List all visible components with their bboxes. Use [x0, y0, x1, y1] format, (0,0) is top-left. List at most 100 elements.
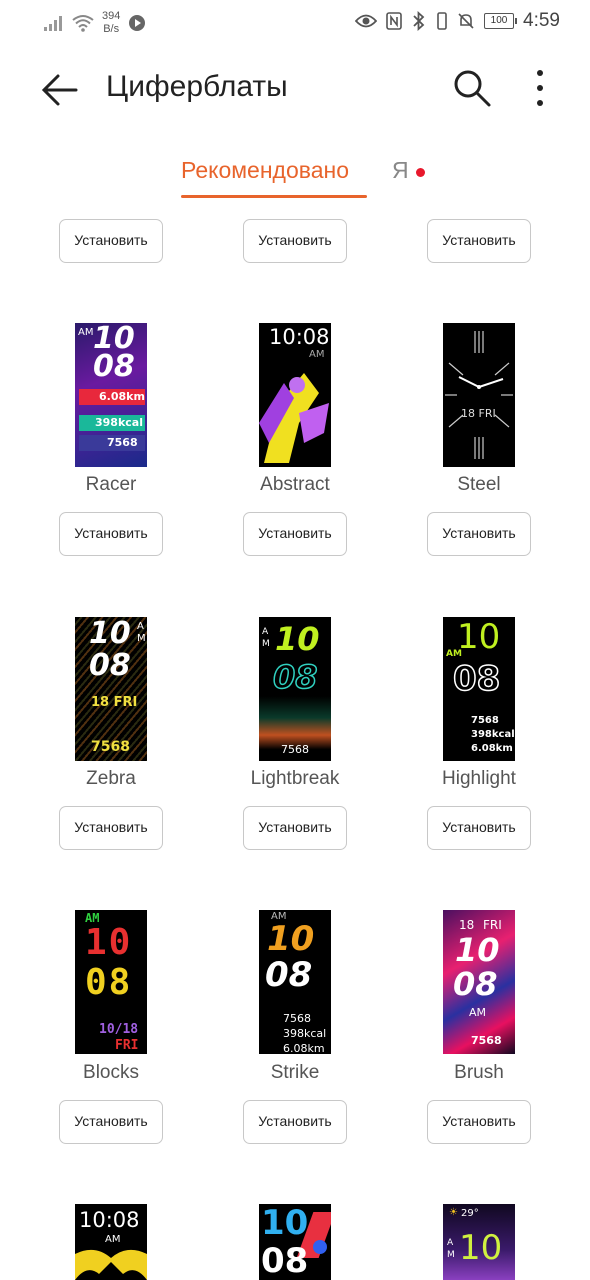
nfc-icon [386, 12, 402, 30]
face-time: 10:08 [79, 1208, 140, 1232]
face-m: M [447, 1250, 455, 1260]
vibrate-icon [437, 12, 447, 30]
network-speed-value: 394 [102, 10, 121, 22]
face-km: 6.08km [99, 390, 145, 403]
face-analog-dial [445, 331, 513, 459]
tab-bar: Рекомендовано Я [0, 155, 590, 201]
face-am: AM [469, 1006, 487, 1019]
watch-face-name: Racer [85, 474, 137, 495]
install-button[interactable]: Установить [243, 219, 347, 263]
sun-icon: ☀ [449, 1207, 458, 1218]
install-button[interactable]: Установить [427, 1100, 531, 1144]
watch-face-preview-zebra[interactable]: 10 A M 08 18 FRI 7568 [75, 617, 147, 761]
face-hour: 10 [457, 617, 501, 657]
active-tab-indicator [181, 195, 367, 198]
install-button[interactable]: Установить [59, 1100, 163, 1144]
install-button[interactable]: Установить [427, 219, 531, 263]
face-day: FRI [115, 1038, 139, 1053]
watch-face-preview-abstract[interactable]: 10:08 AM [259, 323, 331, 467]
watch-face-preview-strike[interactable]: AM 10 08 7568 398kcal 6.08km [259, 910, 331, 1054]
watch-face-preview-blocks[interactable]: AM 10 08 10/18 FRI [75, 910, 147, 1054]
watch-face-name: Abstract [260, 474, 330, 495]
face-a: A [447, 1238, 454, 1248]
face-m: M [262, 639, 270, 649]
tab-recommended[interactable]: Рекомендовано [181, 157, 349, 184]
face-am: AM [78, 327, 94, 338]
face-day: FRI [483, 918, 502, 932]
notification-dot [416, 168, 425, 177]
status-right: 100 4:59 [355, 10, 560, 32]
watch-face-preview[interactable]: 10 08 [259, 1204, 331, 1280]
face-minute: 08 [89, 648, 131, 683]
back-arrow-icon[interactable] [40, 70, 80, 110]
watch-face-preview[interactable]: 10:08 AM [75, 1204, 147, 1280]
face-minute: 08 [452, 659, 501, 699]
face-temperature: 29° [461, 1208, 479, 1219]
status-bar: 394 B/s 100 4:59 [0, 0, 590, 42]
face-minute: 08 [93, 349, 135, 384]
face-minute: 08 [265, 955, 313, 995]
face-tribal-art [75, 1249, 147, 1280]
face-steps: 7568 [91, 739, 130, 755]
install-button[interactable]: Установить [243, 806, 347, 850]
watch-face-name: Strike [270, 1062, 320, 1083]
install-button[interactable]: Установить [243, 512, 347, 556]
face-steps: 7568 [471, 1034, 502, 1047]
face-hour: 10 [261, 1204, 309, 1243]
face-hour: 10 [275, 620, 320, 658]
face-hour: 10 [89, 617, 131, 651]
face-steps: 7568 [283, 1012, 311, 1025]
install-button[interactable]: Установить [59, 806, 163, 850]
signal-icon [44, 16, 62, 31]
play-icon [129, 15, 146, 31]
wifi-icon [72, 15, 94, 32]
face-date: 18 FRI [461, 407, 496, 420]
face-km: 6.08km [471, 743, 513, 754]
watch-face-preview-steel[interactable]: 18 FRI [443, 323, 515, 467]
watch-face-preview-brush[interactable]: 18 FRI 10 08 AM 7568 [443, 910, 515, 1054]
face-km: 6.08km [283, 1042, 325, 1054]
install-button[interactable]: Установить [243, 1100, 347, 1144]
face-date: 18 [459, 918, 475, 932]
network-speed: 394 B/s [102, 10, 120, 36]
face-minute: 08 [453, 965, 498, 1003]
face-a: A [137, 621, 144, 632]
page-title: Циферблаты [106, 70, 288, 103]
face-a: A [262, 627, 269, 637]
face-hour: 10 [85, 922, 133, 963]
more-options-icon[interactable] [528, 68, 552, 108]
face-accent-dot [313, 1240, 327, 1254]
install-button[interactable]: Установить [427, 512, 531, 556]
watch-face-name: Blocks [83, 1062, 139, 1083]
install-button[interactable]: Установить [59, 512, 163, 556]
face-m: M [137, 633, 146, 644]
watch-face-preview-racer[interactable]: AM 10 08 6.08km 398kcal 7568 [75, 323, 147, 467]
watch-face-preview-lightbreak[interactable]: A M 10 08 7568 [259, 617, 331, 761]
tab-mine[interactable]: Я [392, 157, 409, 184]
face-minute: 08 [272, 658, 318, 696]
face-date: 18 FRI [91, 695, 138, 710]
install-button[interactable]: Установить [427, 806, 531, 850]
face-time: 10:08 [269, 325, 330, 349]
face-hour: 10 [267, 919, 315, 959]
watch-face-preview-highlight[interactable]: AM 10 08 7568 398kcal 6.08km [443, 617, 515, 761]
status-left: 394 B/s [44, 10, 146, 36]
face-hour: 10 [455, 931, 500, 969]
face-abstract-art [259, 373, 329, 463]
face-kcal: 398kcal [471, 729, 515, 740]
search-icon[interactable] [452, 68, 492, 108]
face-steps: 7568 [107, 436, 138, 449]
face-kcal: 398kcal [283, 1027, 327, 1040]
face-steps: 7568 [471, 715, 499, 726]
watch-face-name: Lightbreak [250, 768, 340, 789]
mute-bell-icon [458, 13, 474, 29]
watch-face-preview[interactable]: ☀ 29° A M 10 [443, 1204, 515, 1280]
watch-face-name: Highlight [442, 768, 516, 789]
watch-face-name: Zebra [86, 768, 136, 789]
eye-icon [355, 14, 378, 28]
status-time: 4:59 [523, 10, 560, 31]
install-button[interactable]: Установить [59, 219, 163, 263]
bluetooth-icon [413, 11, 425, 31]
face-minute: 08 [261, 1241, 309, 1280]
face-am: AM [309, 349, 325, 360]
